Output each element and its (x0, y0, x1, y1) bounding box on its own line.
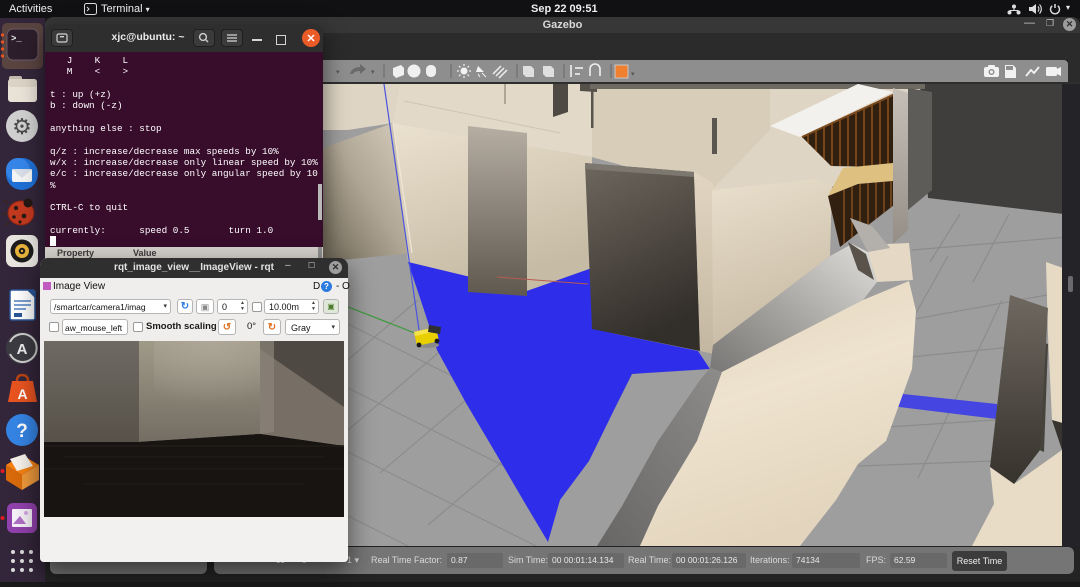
svg-text:A: A (17, 386, 27, 402)
svg-text:?: ? (16, 421, 28, 442)
svg-text:⚙: ⚙ (12, 114, 32, 139)
svg-text:▾: ▾ (631, 71, 635, 78)
svg-text:A: A (17, 341, 28, 358)
svg-text:▾: ▾ (371, 69, 375, 76)
svg-text:>_: >_ (11, 34, 22, 44)
svg-text:▾: ▾ (336, 69, 340, 76)
